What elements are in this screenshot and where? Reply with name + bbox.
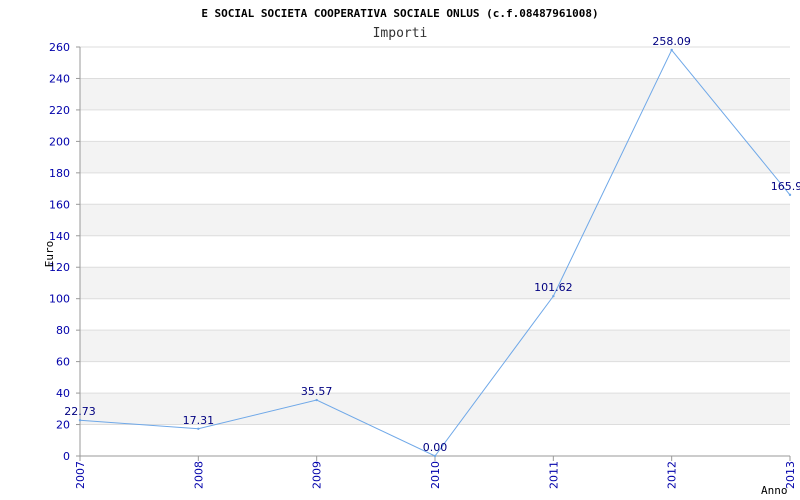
data-label: 35.57 (301, 385, 333, 398)
chart-subtitle: Importi (373, 26, 428, 41)
data-point (433, 454, 437, 458)
x-tick-label: 2012 (666, 461, 679, 489)
line-chart: 020406080100120140160180200220240260 200… (43, 7, 800, 497)
data-point (197, 427, 200, 430)
data-label: 165.99 (771, 180, 800, 193)
y-tick-label: 100 (49, 293, 70, 306)
chart-title: E SOCIAL SOCIETA COOPERATIVA SOCIALE ONL… (201, 7, 598, 20)
data-label: 258.09 (652, 35, 691, 48)
data-label: 101.62 (534, 281, 573, 294)
data-point (670, 48, 673, 52)
y-tick-label: 40 (56, 387, 70, 400)
y-tick-label: 200 (49, 135, 70, 148)
grid-band (80, 78, 790, 110)
grid-band (80, 267, 790, 299)
grid-band (80, 141, 790, 173)
x-axis-ticks: 2007 2008 2009 2010 2011 2012 2013 (74, 456, 797, 489)
y-tick-label: 20 (56, 419, 70, 432)
data-point (78, 419, 82, 422)
x-tick-label: 2007 (74, 461, 87, 489)
grid-bands (80, 78, 790, 425)
y-tick-label: 160 (49, 198, 70, 211)
data-label: 22.73 (64, 405, 96, 418)
data-point (552, 294, 555, 298)
y-tick-label: 220 (49, 104, 70, 117)
x-tick-label: 2008 (192, 461, 205, 489)
data-label: 17.31 (183, 414, 215, 427)
y-tick-label: 240 (49, 72, 70, 85)
y-tick-label: 0 (63, 450, 70, 463)
x-tick-label: 2009 (311, 461, 324, 489)
data-label: 0.00 (423, 441, 448, 454)
data-point (315, 398, 318, 402)
y-tick-label: 260 (49, 41, 70, 54)
grid-band (80, 204, 790, 236)
x-tick-label: 2010 (429, 461, 442, 489)
data-point (788, 193, 792, 197)
y-tick-label: 180 (49, 167, 70, 180)
x-axis-label: Anno (761, 484, 788, 497)
y-axis-label: Euro (43, 241, 56, 268)
x-tick-label: 2011 (547, 461, 560, 489)
grid-band (80, 330, 790, 362)
y-tick-label: 60 (56, 356, 70, 369)
y-tick-label: 80 (56, 324, 70, 337)
